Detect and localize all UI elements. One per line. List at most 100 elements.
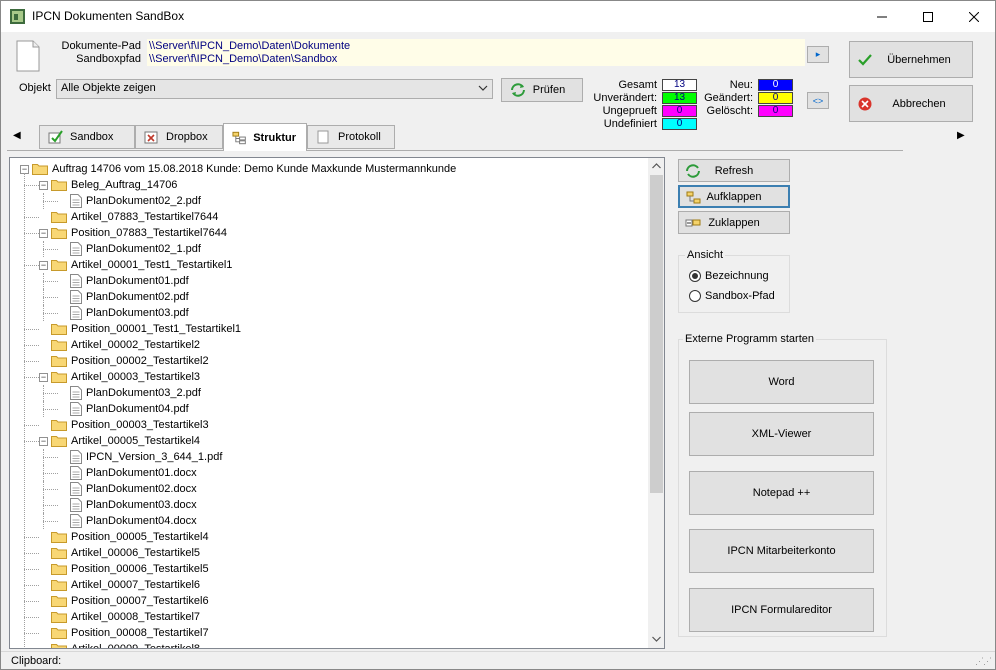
title-bar: IPCN Dokumenten SandBox: [1, 1, 995, 32]
tab-scroll-right-icon[interactable]: ▶: [957, 130, 965, 141]
toggle-compare-button[interactable]: <>: [807, 92, 829, 109]
tree-connector: [43, 305, 44, 321]
arrows-left-right-icon: <>: [812, 95, 824, 106]
tree-file-node[interactable]: PlanDokument01.docx: [58, 465, 197, 481]
tree-connector: [43, 393, 58, 394]
mitarbeiterkonto-button[interactable]: IPCN Mitarbeiterkonto: [689, 529, 874, 573]
tree-node-label: PlanDokument03.pdf: [86, 307, 189, 319]
tree-file-node[interactable]: PlanDokument03.docx: [58, 497, 197, 513]
tree-folder-node[interactable]: Artikel_00006_Testartikel5: [39, 545, 200, 561]
tab-struktur[interactable]: Struktur: [223, 123, 307, 151]
aufklappen-button[interactable]: Aufklappen: [678, 185, 790, 208]
tree-file-node[interactable]: IPCN_Version_3_644_1.pdf: [58, 449, 222, 465]
tab-protokoll[interactable]: Protokoll: [307, 125, 395, 149]
tree-folder-node[interactable]: − Beleg_Auftrag_14706: [39, 177, 177, 193]
tree-folder-node[interactable]: Artikel_00009_Testartikel8: [39, 641, 200, 648]
radio-sandbox-pfad[interactable]: Sandbox-Pfad: [689, 290, 775, 302]
tree-folder-node[interactable]: Position_00008_Testartikel7: [39, 625, 209, 641]
pruefen-button[interactable]: Prüfen: [501, 78, 583, 102]
tree-connector: [24, 329, 39, 330]
scroll-down-icon[interactable]: [652, 636, 661, 642]
tree-node-label: Artikel_00001_Test1_Testartikel1: [71, 259, 233, 271]
sandbox-path-value[interactable]: \\Server\f\IPCN_Demo\Daten\Sandbox: [149, 53, 803, 66]
expand-path-button[interactable]: ▸: [807, 46, 829, 63]
notepad-button[interactable]: Notepad ++: [689, 471, 874, 515]
geaendert-label: Geändert:: [704, 92, 753, 104]
tree-folder-node[interactable]: Artikel_00007_Testartikel6: [39, 577, 200, 593]
tree-file-node[interactable]: PlanDokument02_2.pdf: [58, 193, 201, 209]
tree-folder-node[interactable]: Position_00002_Testartikel2: [39, 353, 209, 369]
undefiniert-value: 0: [662, 118, 697, 130]
tree-connector: [24, 173, 25, 648]
tree-folder-node[interactable]: Position_00006_Testartikel5: [39, 561, 209, 577]
tree-scrollbar[interactable]: [648, 158, 664, 648]
tree-node-label: PlanDokument02.pdf: [86, 291, 189, 303]
objekt-selected-value: Alle Objekte zeigen: [61, 82, 156, 94]
formulareditor-button[interactable]: IPCN Formulareditor: [689, 588, 874, 632]
refresh-button[interactable]: Refresh: [678, 159, 790, 182]
clipboard-label: Clipboard:: [11, 655, 62, 667]
objekt-select[interactable]: Alle Objekte zeigen: [56, 79, 493, 99]
tree-connector: [43, 297, 58, 298]
tab-sandbox[interactable]: Sandbox: [39, 125, 135, 149]
minimize-button[interactable]: [859, 1, 905, 32]
tree-folder-node[interactable]: − Auftrag 14706 vom 15.08.2018 Kunde: Dem…: [20, 161, 456, 177]
ungeprueft-label: Ungeprueft: [602, 105, 657, 117]
folder-icon: [51, 324, 67, 335]
tree-connector: [43, 401, 44, 417]
folder-icon: [51, 260, 67, 271]
tree-connector: [24, 217, 39, 218]
tree-file-node[interactable]: PlanDokument04.docx: [58, 513, 197, 529]
radio-bezeichnung[interactable]: Bezeichnung: [689, 270, 769, 282]
tree-folder-node[interactable]: Artikel_00002_Testartikel2: [39, 337, 200, 353]
extern-title: Externe Programm starten: [683, 333, 816, 345]
tree-file-node[interactable]: PlanDokument02_1.pdf: [58, 241, 201, 257]
file-icon: [70, 514, 82, 528]
tree-folder-node[interactable]: Position_00003_Testartikel3: [39, 417, 209, 433]
unveraendert-value: 13: [662, 92, 697, 104]
tree-file-node[interactable]: PlanDokument04.pdf: [58, 401, 189, 417]
folder-icon: [51, 356, 67, 367]
zuklappen-button[interactable]: Zuklappen: [678, 211, 790, 234]
tree-file-node[interactable]: PlanDokument03_2.pdf: [58, 385, 201, 401]
tree-folder-node[interactable]: − Artikel_00005_Testartikel4: [39, 433, 200, 449]
collapse-toggle-icon[interactable]: −: [39, 260, 48, 270]
tree-connector: [24, 553, 39, 554]
tree-file-node[interactable]: PlanDokument02.pdf: [58, 289, 189, 305]
doc-path-value[interactable]: \\Server\f\IPCN_Demo\Daten\Dokumente: [149, 40, 803, 53]
geaendert-value: 0: [758, 92, 793, 104]
word-button[interactable]: Word: [689, 360, 874, 404]
collapse-toggle-icon[interactable]: −: [39, 180, 48, 190]
tree-file-node[interactable]: PlanDokument02.docx: [58, 481, 197, 497]
tree-file-node[interactable]: PlanDokument01.pdf: [58, 273, 189, 289]
collapse-toggle-icon[interactable]: −: [39, 228, 48, 238]
tree-folder-node[interactable]: − Artikel_00003_Testartikel3: [39, 369, 200, 385]
abbrechen-button[interactable]: Abbrechen: [849, 85, 973, 122]
tab-scroll-left-icon[interactable]: ◀: [13, 130, 21, 141]
resize-grip-icon[interactable]: ⋰⋰: [975, 656, 992, 667]
tree-node-label: PlanDokument02_2.pdf: [86, 195, 201, 207]
tree-node-label: Position_00003_Testartikel3: [71, 419, 209, 431]
tree-folder-node[interactable]: Artikel_07883_Testartikel7644: [39, 209, 218, 225]
tree-folder-node[interactable]: − Position_07883_Testartikel7644: [39, 225, 227, 241]
tree-folder-node[interactable]: Position_00005_Testartikel4: [39, 529, 209, 545]
scrollbar-thumb[interactable]: [650, 175, 663, 493]
close-button[interactable]: [951, 1, 996, 32]
tree-file-node[interactable]: PlanDokument03.pdf: [58, 305, 189, 321]
tree-folder-node[interactable]: − Artikel_00001_Test1_Testartikel1: [39, 257, 232, 273]
uebernehmen-button[interactable]: Übernehmen: [849, 41, 973, 78]
collapse-toggle-icon[interactable]: −: [39, 436, 48, 446]
gesamt-label: Gesamt: [618, 79, 657, 91]
tree-folder-node[interactable]: Position_00001_Test1_Testartikel1: [39, 321, 241, 337]
tree-folder-node[interactable]: Position_00007_Testartikel6: [39, 593, 209, 609]
collapse-toggle-icon[interactable]: −: [39, 372, 48, 382]
minimize-icon: [877, 16, 887, 17]
tree-folder-node[interactable]: Artikel_00008_Testartikel7: [39, 609, 200, 625]
tree-node-label: PlanDokument01.pdf: [86, 275, 189, 287]
structure-tree[interactable]: − Auftrag 14706 vom 15.08.2018 Kunde: Dem…: [9, 157, 665, 649]
scroll-up-icon[interactable]: [652, 163, 661, 169]
xml-viewer-button[interactable]: XML-Viewer: [689, 412, 874, 456]
maximize-button[interactable]: [905, 1, 951, 32]
tab-dropbox[interactable]: Dropbox: [135, 125, 223, 149]
radio-unchecked-icon: [689, 290, 701, 302]
